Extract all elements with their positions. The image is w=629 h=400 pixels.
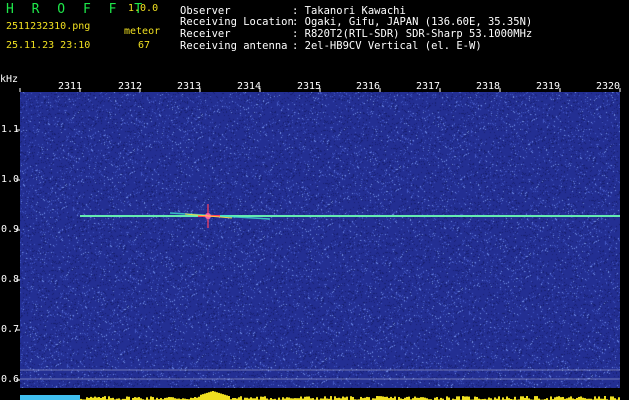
signal-level-bars: [20, 391, 620, 400]
right-margin: [620, 92, 629, 400]
freq-ticks: [16, 129, 20, 381]
spectrogram: [20, 92, 620, 388]
frequency-axis: 1.1 1.0 0.9 0.8 0.7 0.6: [0, 92, 20, 400]
level-bar-low: [20, 395, 80, 400]
spectrogram-overlay: [20, 204, 620, 380]
signal-level-strip: [20, 388, 620, 400]
hrofft-window: H R O F F T 1.0.0 2511232310.png meteor …: [0, 0, 629, 400]
